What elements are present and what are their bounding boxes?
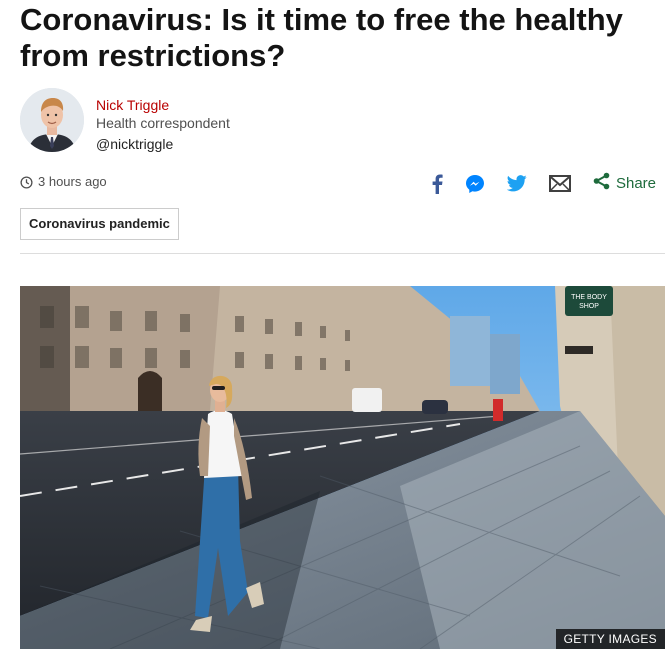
author-avatar — [20, 88, 84, 152]
topic-tag[interactable]: Coronavirus pandemic — [20, 208, 179, 240]
share-toolbar: Share — [409, 172, 656, 195]
article-headline: Coronavirus: Is it time to free the heal… — [20, 2, 623, 73]
hero-image: THE BODY SHOP GETTY IMAGES — [20, 286, 665, 649]
shop-sign-line2: SHOP — [579, 303, 599, 310]
image-credit: GETTY IMAGES — [555, 629, 665, 649]
author-name[interactable]: Nick Triggle — [96, 96, 396, 114]
facebook-icon[interactable] — [431, 174, 443, 194]
timestamp: 3 hours ago — [20, 173, 107, 191]
share-icon — [593, 172, 610, 195]
shop-sign-line1: THE BODY — [571, 294, 607, 301]
author-twitter-handle[interactable]: @nicktriggle — [96, 135, 396, 153]
clock-icon — [20, 175, 33, 189]
twitter-icon[interactable] — [506, 175, 527, 192]
share-label: Share — [615, 175, 656, 192]
article-meta: 3 hours ago Share — [20, 172, 656, 194]
share-button[interactable]: Share — [593, 172, 656, 195]
author-role: Health correspondent — [96, 115, 230, 131]
messenger-icon[interactable] — [465, 174, 485, 194]
divider — [20, 253, 665, 254]
street-photo: THE BODY SHOP — [20, 286, 665, 649]
email-icon[interactable] — [548, 175, 571, 192]
timestamp-text: 3 hours ago — [38, 174, 107, 189]
